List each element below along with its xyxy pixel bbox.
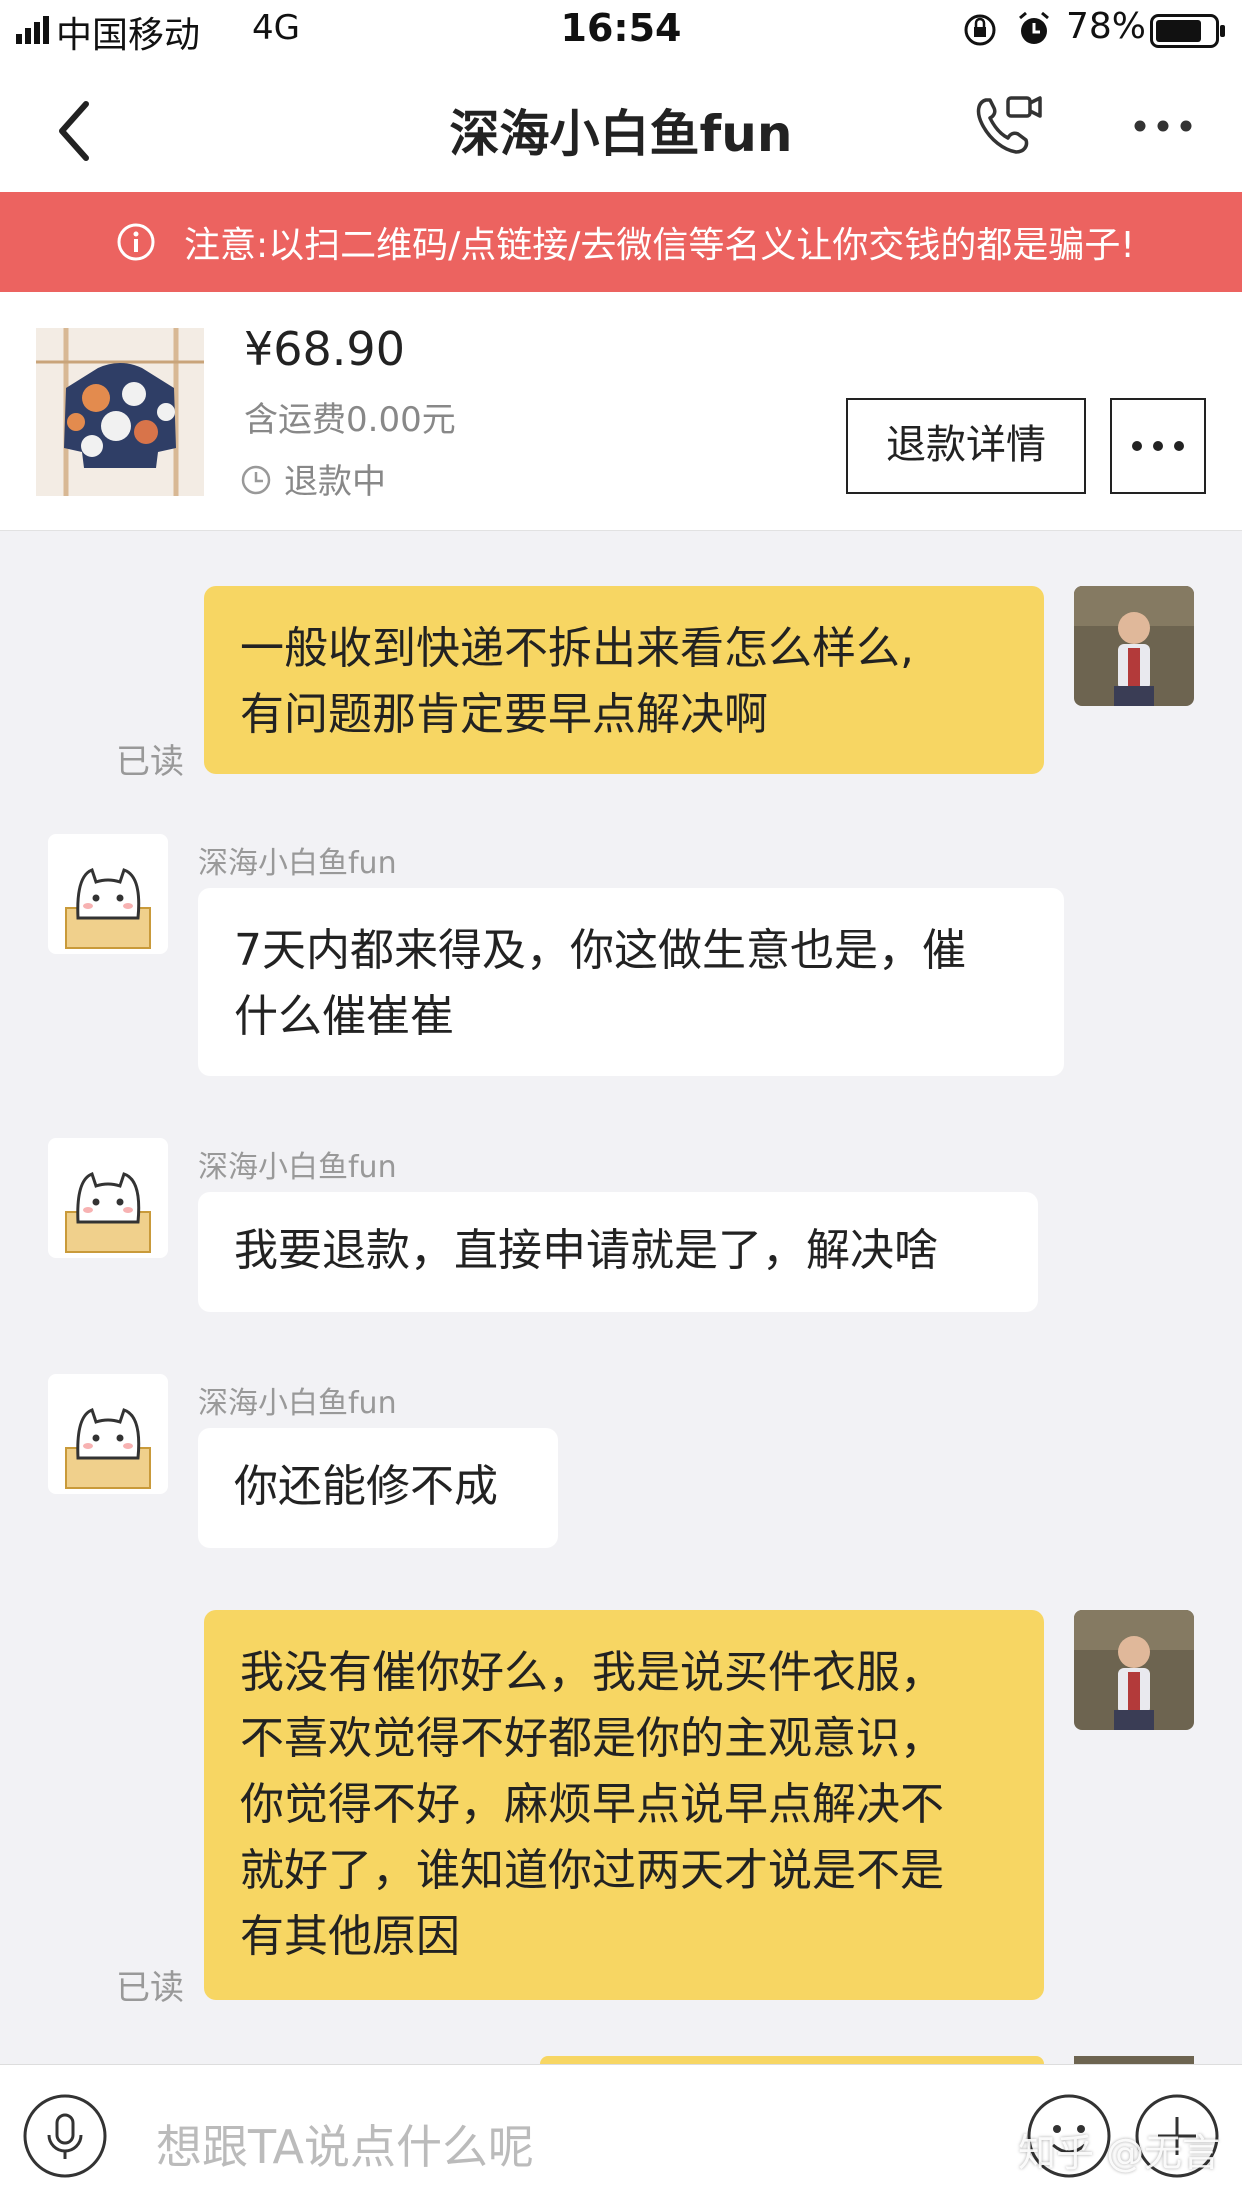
cat-avatar: [48, 1138, 168, 1258]
more-dots-icon: [1132, 441, 1184, 451]
my-avatar-partial: [1074, 2056, 1194, 2064]
sender-name: 深海小白鱼fun: [198, 1150, 397, 1185]
message-line: 我要退款，直接申请就是了，解决啥: [234, 1225, 938, 1276]
message-line: 就好了，谁知道你过两天才说是不是: [240, 1845, 944, 1896]
message-bubble-incoming[interactable]: 你还能修不成: [198, 1428, 558, 1548]
more-dots-icon[interactable]: [1132, 118, 1194, 134]
seller-avatar[interactable]: [48, 1138, 168, 1258]
read-receipt: 已读: [116, 742, 184, 782]
read-receipt: 已读: [116, 1968, 184, 2008]
product-thumbnail[interactable]: [36, 328, 204, 496]
message-line: 7天内都来得及，你这做生意也是，催: [234, 925, 966, 976]
video-call-icon[interactable]: [972, 92, 1044, 158]
refund-status: 退款中: [284, 462, 386, 502]
message-line: 有其他原因: [240, 1911, 460, 1962]
sender-name: 深海小白鱼fun: [198, 846, 397, 881]
product-card[interactable]: ¥68.90 含运费0.00元 退款中 退款详情: [0, 292, 1242, 531]
message-bubble-incoming[interactable]: 7天内都来得及，你这做生意也是，催 什么催崔崔: [198, 888, 1064, 1076]
warning-text: 注意:以扫二维码/点链接/去微信等名义让你交钱的都是骗子!: [184, 225, 1135, 266]
status-time: 16:54: [560, 6, 682, 50]
orientation-lock-icon: [964, 14, 996, 46]
cat-avatar: [48, 1374, 168, 1494]
microphone-icon[interactable]: [22, 2093, 108, 2179]
message-bubble-outgoing[interactable]: 我没有催你好么，我是说买件衣服， 不喜欢觉得不好都是你的主观意识， 你觉得不好，…: [204, 1610, 1044, 2000]
my-avatar[interactable]: [1074, 586, 1194, 706]
product-price: ¥68.90: [244, 322, 405, 376]
status-bar: 中国移动 4G 16:54 78%: [0, 0, 1242, 62]
info-icon: [117, 223, 155, 261]
refund-details-button[interactable]: 退款详情: [846, 398, 1086, 494]
message-line: 你还能修不成: [234, 1461, 498, 1512]
my-avatar[interactable]: [1074, 1610, 1194, 1730]
user-photo: [1074, 1610, 1194, 1730]
cat-avatar: [48, 834, 168, 954]
alarm-icon: [1019, 11, 1049, 44]
chat-title: 深海小白鱼fun: [449, 105, 793, 163]
message-line: 一般收到快递不拆出来看怎么样么,: [240, 623, 914, 674]
watermark-text: 知乎 @无言: [1018, 2131, 1221, 2175]
sender-name: 深海小白鱼fun: [198, 1386, 397, 1421]
user-photo: [1074, 586, 1194, 706]
battery-icon: [1150, 14, 1225, 48]
battery-percent: 78%: [1066, 6, 1147, 47]
message-line: 什么催崔崔: [234, 991, 454, 1042]
message-line: 我没有催你好么，我是说买件衣服，: [240, 1647, 944, 1698]
message-bubble-incoming[interactable]: 我要退款，直接申请就是了，解决啥: [198, 1192, 1038, 1312]
message-line: 不喜欢觉得不好都是你的主观意识，: [240, 1713, 944, 1764]
order-more-button[interactable]: [1110, 398, 1206, 494]
message-input[interactable]: 想跟TA说点什么呢: [156, 2111, 534, 2177]
message-bubble-outgoing[interactable]: 一般收到快递不拆出来看怎么样么, 有问题那肯定要早点解决啊: [204, 586, 1044, 774]
clock-icon: [241, 465, 271, 495]
message-line: 你觉得不好，麻烦早点说早点解决不: [240, 1779, 944, 1830]
seller-avatar[interactable]: [48, 834, 168, 954]
seller-avatar[interactable]: [48, 1374, 168, 1494]
jacket-image: [36, 328, 204, 496]
message-bubble-outgoing-partial: [540, 2056, 1044, 2064]
message-line: 有问题那肯定要早点解决啊: [240, 689, 768, 740]
nav-bar: 深海小白鱼fun: [0, 62, 1242, 192]
shipping-fee: 含运费0.00元: [244, 400, 456, 440]
scam-warning-banner: 注意:以扫二维码/点链接/去微信等名义让你交钱的都是骗子!: [0, 192, 1242, 292]
